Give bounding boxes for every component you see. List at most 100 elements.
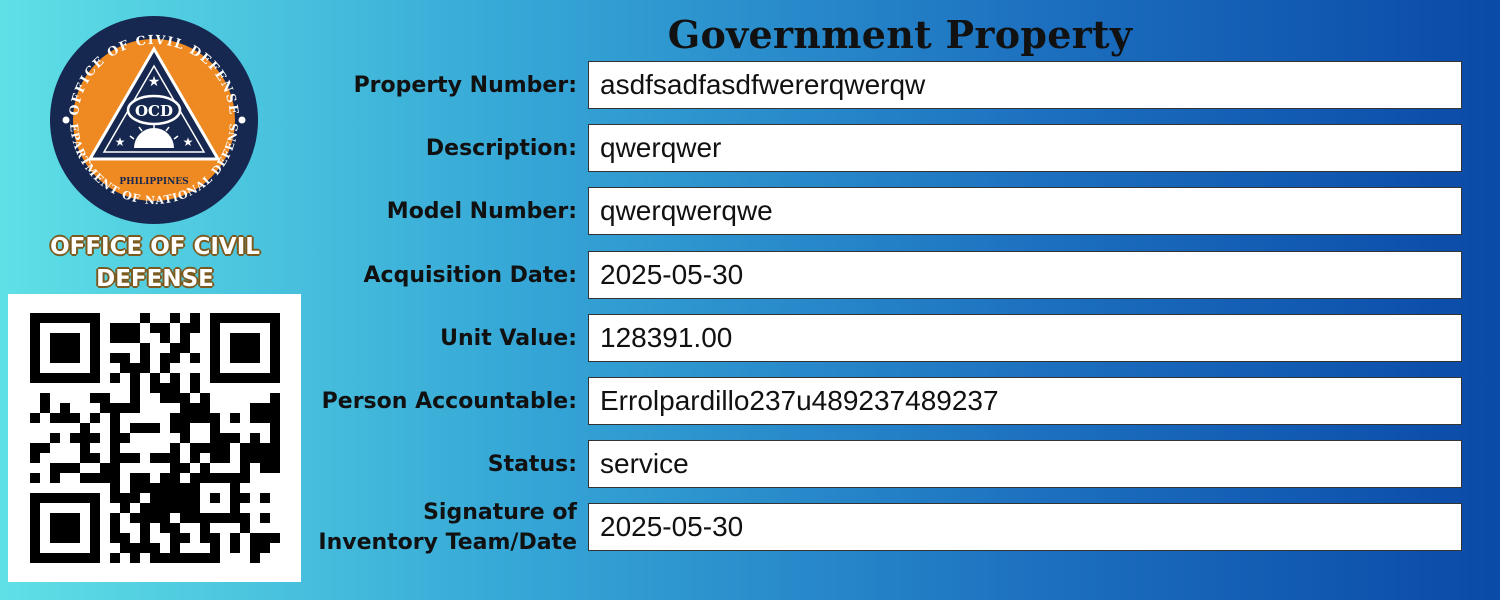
qr-module	[90, 343, 100, 353]
qr-module	[50, 533, 60, 543]
qr-module	[170, 553, 180, 563]
qr-module	[160, 323, 170, 333]
qr-module	[240, 463, 250, 473]
qr-module	[70, 313, 80, 323]
status-label: Status:	[487, 452, 577, 477]
qr-module	[180, 533, 190, 543]
model-number-field[interactable]: qwerqwerqwe	[588, 187, 1462, 235]
qr-module	[70, 513, 80, 523]
qr-module	[110, 443, 120, 453]
qr-module	[270, 363, 280, 373]
qr-module	[80, 453, 90, 463]
qr-module	[150, 503, 160, 513]
qr-module	[250, 413, 260, 423]
qr-module	[130, 323, 140, 333]
qr-module	[190, 443, 200, 453]
qr-module	[170, 343, 180, 353]
qr-module	[270, 443, 280, 453]
qr-module	[210, 473, 220, 483]
qr-module	[230, 473, 240, 483]
qr-module	[150, 553, 160, 563]
qr-module	[180, 513, 190, 523]
qr-module	[70, 343, 80, 353]
qr-module	[250, 353, 260, 363]
qr-module	[110, 433, 120, 443]
qr-module	[250, 403, 260, 413]
qr-module	[120, 333, 130, 343]
qr-module	[70, 433, 80, 443]
qr-module	[210, 343, 220, 353]
qr-module	[180, 323, 190, 333]
qr-module	[70, 533, 80, 543]
property-number-field[interactable]: asdfsadfasdfwererqwerqw	[588, 61, 1462, 109]
qr-module	[220, 373, 230, 383]
qr-module	[210, 533, 220, 543]
qr-module	[100, 463, 110, 473]
qr-module	[130, 453, 140, 463]
qr-module	[240, 443, 250, 453]
qr-module	[190, 323, 200, 333]
qr-module	[170, 473, 180, 483]
qr-module	[190, 383, 200, 393]
qr-module	[180, 463, 190, 473]
description-field[interactable]: qwerqwer	[588, 124, 1462, 172]
qr-module	[70, 463, 80, 473]
signature-date-field[interactable]: 2025-05-30	[588, 503, 1462, 551]
qr-module	[120, 403, 130, 413]
qr-module	[160, 483, 170, 493]
qr-module	[30, 373, 40, 383]
qr-module	[130, 403, 140, 413]
qr-module	[140, 543, 150, 553]
qr-module	[230, 333, 240, 343]
qr-module	[170, 353, 180, 363]
qr-module	[170, 523, 180, 533]
qr-module	[210, 313, 220, 323]
qr-module	[110, 333, 120, 343]
qr-module	[210, 323, 220, 333]
qr-module	[60, 553, 70, 563]
qr-module	[200, 463, 210, 473]
qr-module	[60, 493, 70, 503]
qr-module	[180, 333, 190, 343]
qr-module	[160, 393, 170, 403]
qr-module	[220, 313, 230, 323]
qr-module	[180, 553, 190, 563]
svg-text:★: ★	[148, 74, 161, 90]
qr-module	[90, 313, 100, 323]
qr-module	[220, 443, 230, 453]
qr-module	[50, 493, 60, 503]
qr-module	[110, 493, 120, 503]
unit-value-field[interactable]: 128391.00	[588, 314, 1462, 362]
qr-module	[250, 433, 260, 443]
acquisition-date-field[interactable]: 2025-05-30	[588, 251, 1462, 299]
qr-module	[50, 313, 60, 323]
qr-module	[260, 453, 270, 463]
qr-module	[140, 503, 150, 513]
qr-module	[270, 533, 280, 543]
qr-module	[170, 493, 180, 503]
qr-module	[170, 453, 180, 463]
qr-module	[160, 523, 170, 533]
qr-module	[190, 373, 200, 383]
qr-module	[210, 543, 220, 553]
person-accountable-field[interactable]: Errolpardillo237u489237489237	[588, 377, 1462, 425]
qr-module	[180, 493, 190, 503]
qr-module	[250, 533, 260, 543]
qr-module	[160, 473, 170, 483]
qr-module	[120, 503, 130, 513]
qr-module	[150, 453, 160, 463]
qr-module	[30, 503, 40, 513]
qr-module	[80, 423, 90, 433]
qr-module	[260, 463, 270, 473]
qr-module	[130, 373, 140, 383]
qr-module	[200, 413, 210, 423]
qr-module	[210, 433, 220, 443]
qr-module	[70, 493, 80, 503]
qr-module	[150, 543, 160, 553]
qr-module	[250, 313, 260, 323]
status-field[interactable]: service	[588, 440, 1462, 488]
qr-module	[190, 493, 200, 503]
qr-module	[180, 423, 190, 433]
qr-module	[110, 553, 120, 563]
qr-module	[80, 493, 90, 503]
